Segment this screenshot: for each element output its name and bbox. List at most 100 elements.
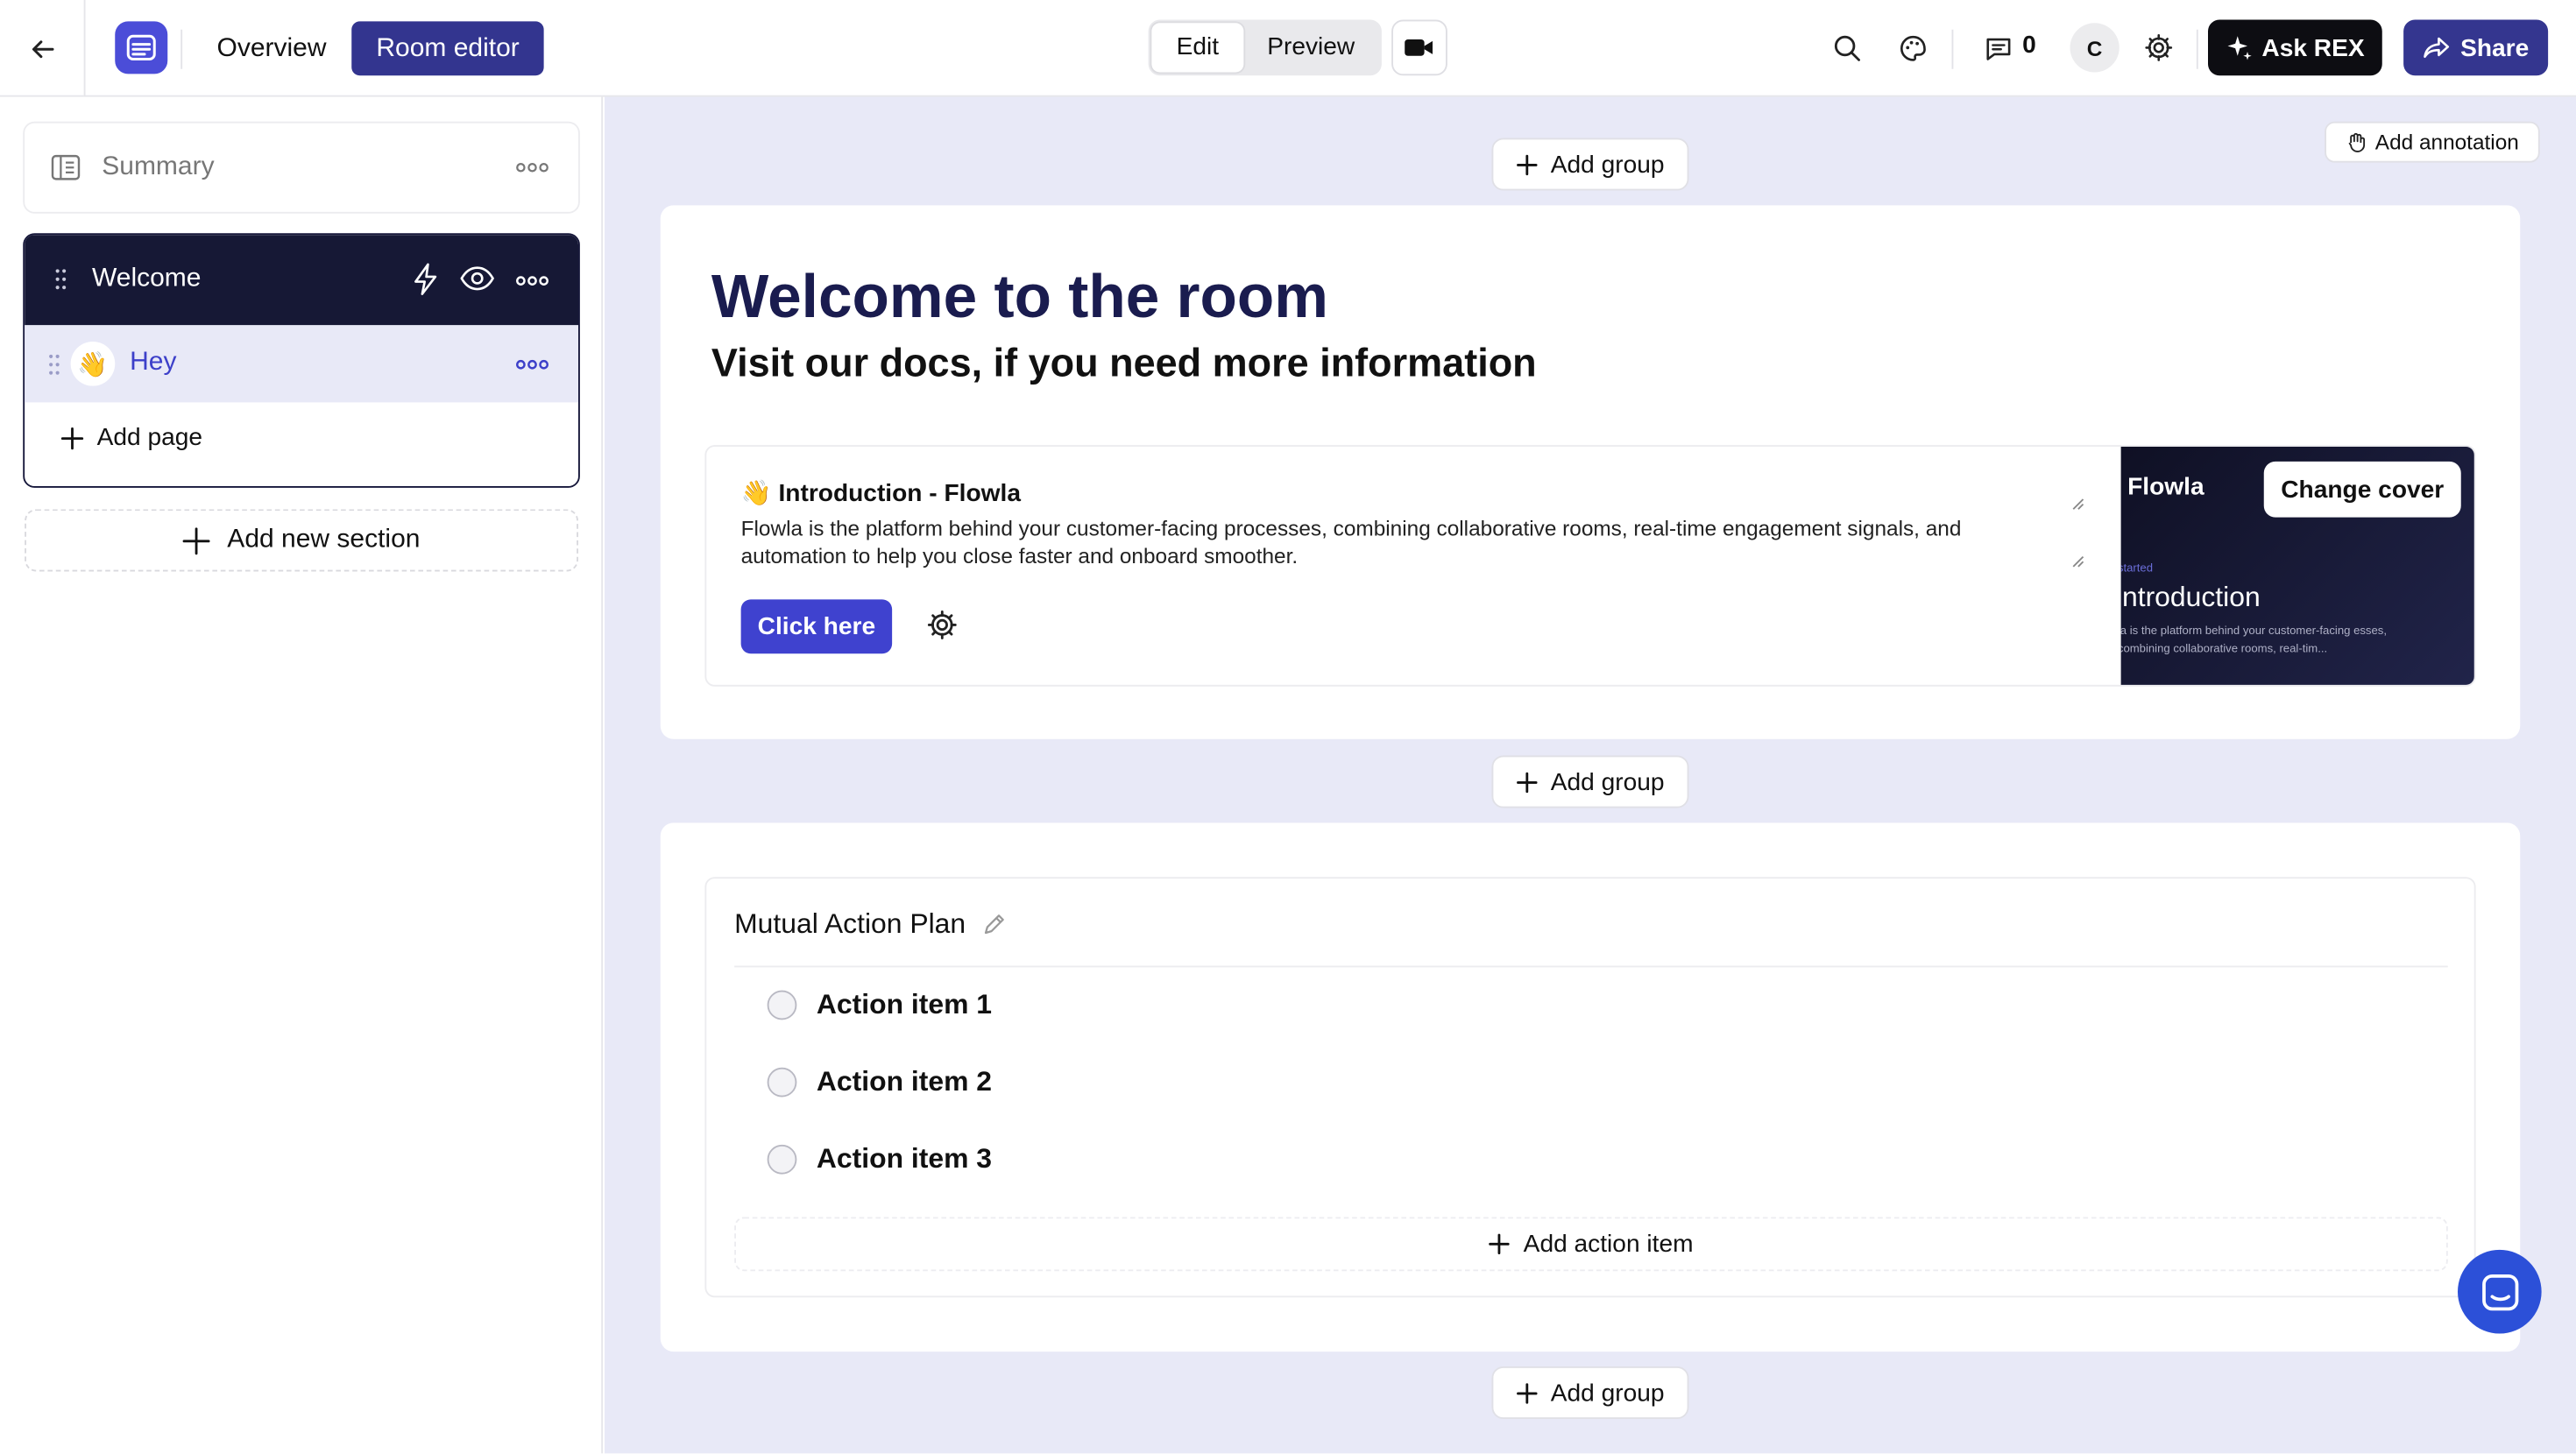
wave-hand-icon: 👋 xyxy=(70,342,116,386)
sidebar-item-page-hey[interactable]: 👋 Hey xyxy=(25,325,578,403)
click-here-button[interactable]: Click here xyxy=(740,599,893,654)
sidebar: Summary Welcome 👋 Hey Add page Add new s… xyxy=(0,96,604,1454)
page-label: Hey xyxy=(130,348,177,377)
share-arrow-icon xyxy=(2423,36,2449,59)
sidebar-item-summary[interactable]: Summary xyxy=(23,121,580,214)
page-title: Welcome to the room xyxy=(711,263,1328,330)
cover-brand: Flowla xyxy=(2127,473,2204,501)
summary-more-button[interactable] xyxy=(514,154,550,180)
button-settings-gear-icon[interactable] xyxy=(927,610,959,641)
add-action-item-label: Add action item xyxy=(1523,1230,1694,1259)
video-button[interactable] xyxy=(1391,19,1447,76)
more-dots-icon xyxy=(516,359,549,370)
action-plan-title-row: Mutual Action Plan xyxy=(734,908,1005,942)
sparkle-icon xyxy=(2226,34,2252,60)
add-new-section-button[interactable]: Add new section xyxy=(25,509,578,572)
action-item: Action item 1 xyxy=(767,985,992,1025)
section-title: Welcome xyxy=(92,264,202,293)
back-button[interactable] xyxy=(0,0,86,97)
add-new-section-label: Add new section xyxy=(227,526,421,554)
resize-handle-icon[interactable] xyxy=(2069,552,2085,568)
action-item-label[interactable]: Action item 2 xyxy=(817,1066,992,1099)
tab-room-editor[interactable]: Room editor xyxy=(351,21,544,76)
summary-label: Summary xyxy=(102,152,215,181)
cover-description: la is the platform behind your customer-… xyxy=(2120,625,2388,656)
action-item: Action item 2 xyxy=(767,1062,992,1102)
add-group-button[interactable]: Add group xyxy=(1491,1366,1689,1419)
drag-handle-icon[interactable] xyxy=(47,353,60,376)
summary-doc-icon xyxy=(51,154,81,180)
add-page-label: Add page xyxy=(96,423,203,452)
plus-icon xyxy=(183,526,211,554)
add-group-label: Add group xyxy=(1550,1379,1665,1407)
plus-icon xyxy=(1516,771,1538,793)
action-item-label[interactable]: Action item 3 xyxy=(817,1143,992,1176)
chat-launcher-button[interactable] xyxy=(2458,1249,2542,1334)
plus-icon xyxy=(60,427,84,449)
pencil-icon[interactable] xyxy=(982,914,1005,936)
lightning-icon[interactable] xyxy=(413,263,439,296)
add-group-label: Add group xyxy=(1550,150,1665,179)
add-action-item-button[interactable]: Add action item xyxy=(734,1217,2448,1272)
add-annotation-button[interactable]: Add annotation xyxy=(2325,121,2540,163)
add-annotation-label: Add annotation xyxy=(2374,130,2519,155)
settings-button[interactable] xyxy=(2139,28,2178,67)
page-more-button[interactable] xyxy=(514,351,550,378)
ask-rex-label: Ask REX xyxy=(2261,33,2365,62)
editor-canvas: Add annotation Add group Welcome to the … xyxy=(605,96,2576,1454)
wave-hand-icon xyxy=(2346,131,2367,152)
action-plan-title: Mutual Action Plan xyxy=(734,907,966,940)
edit-mode-button[interactable]: Edit xyxy=(1151,23,1244,73)
action-item-checkbox[interactable] xyxy=(767,1144,797,1175)
change-cover-button[interactable]: Change cover xyxy=(2263,461,2461,518)
add-group-label: Add group xyxy=(1550,767,1665,796)
video-camera-icon xyxy=(1405,38,1434,58)
avatar[interactable]: C xyxy=(2070,23,2120,73)
settings-gear-icon xyxy=(2144,33,2174,63)
action-item-checkbox[interactable] xyxy=(767,990,797,1020)
more-dots-icon xyxy=(516,162,549,173)
cover-tag: started xyxy=(2120,563,2154,575)
palette-icon xyxy=(1899,33,1927,61)
comments-button[interactable] xyxy=(1978,28,2018,67)
action-item-label[interactable]: Action item 1 xyxy=(817,989,992,1022)
logo-icon xyxy=(125,32,159,65)
add-group-button[interactable]: Add group xyxy=(1491,138,1689,191)
preview-mode-button[interactable]: Preview xyxy=(1243,23,1378,72)
action-item: Action item 3 xyxy=(767,1140,992,1179)
group-card-action-plan: Mutual Action Plan Action item 1 Action … xyxy=(660,822,2521,1352)
divider xyxy=(180,29,183,69)
top-bar: Overview Room editor Edit Preview 0 C As… xyxy=(0,0,2576,97)
section-more-button[interactable] xyxy=(514,268,550,294)
tab-overview[interactable]: Overview xyxy=(192,21,350,75)
intro-description: Flowla is the platform behind your custo… xyxy=(740,515,1962,568)
intro-block: 👋 Introduction - Flowla Flowla is the pl… xyxy=(704,445,2476,687)
app-root: Overview Room editor Edit Preview 0 C As… xyxy=(0,0,2576,1454)
ask-rex-button[interactable]: Ask REX xyxy=(2208,19,2382,76)
section-welcome: Welcome 👋 Hey Add page xyxy=(23,233,580,488)
section-header[interactable]: Welcome xyxy=(25,235,578,326)
chat-icon xyxy=(2480,1272,2519,1311)
page-subtitle: Visit our docs, if you need more informa… xyxy=(711,342,1537,386)
eye-icon[interactable] xyxy=(460,266,495,291)
app-logo[interactable] xyxy=(115,21,168,74)
divider xyxy=(2196,29,2198,69)
divider xyxy=(734,965,2448,968)
search-button[interactable] xyxy=(1827,28,1866,67)
add-group-button[interactable]: Add group xyxy=(1491,755,1689,808)
add-page-button[interactable]: Add page xyxy=(60,424,202,452)
back-arrow-icon xyxy=(29,35,55,61)
theme-button[interactable] xyxy=(1893,28,1932,67)
drag-handle-icon[interactable] xyxy=(54,268,67,291)
share-button[interactable]: Share xyxy=(2403,19,2549,76)
cover-title: Introduction xyxy=(2120,581,2261,613)
divider xyxy=(1951,29,1954,69)
intro-title: 👋 Introduction - Flowla xyxy=(740,479,1021,508)
mutual-action-plan: Mutual Action Plan Action item 1 Action … xyxy=(704,877,2476,1298)
comments-count: 0 xyxy=(2022,31,2036,60)
plus-icon xyxy=(1516,1382,1538,1403)
plus-icon xyxy=(1516,153,1538,175)
action-item-checkbox[interactable] xyxy=(767,1067,797,1098)
resize-handle-icon[interactable] xyxy=(2069,494,2085,511)
cover-image: Flowla Change cover started Introduction… xyxy=(2120,447,2474,685)
